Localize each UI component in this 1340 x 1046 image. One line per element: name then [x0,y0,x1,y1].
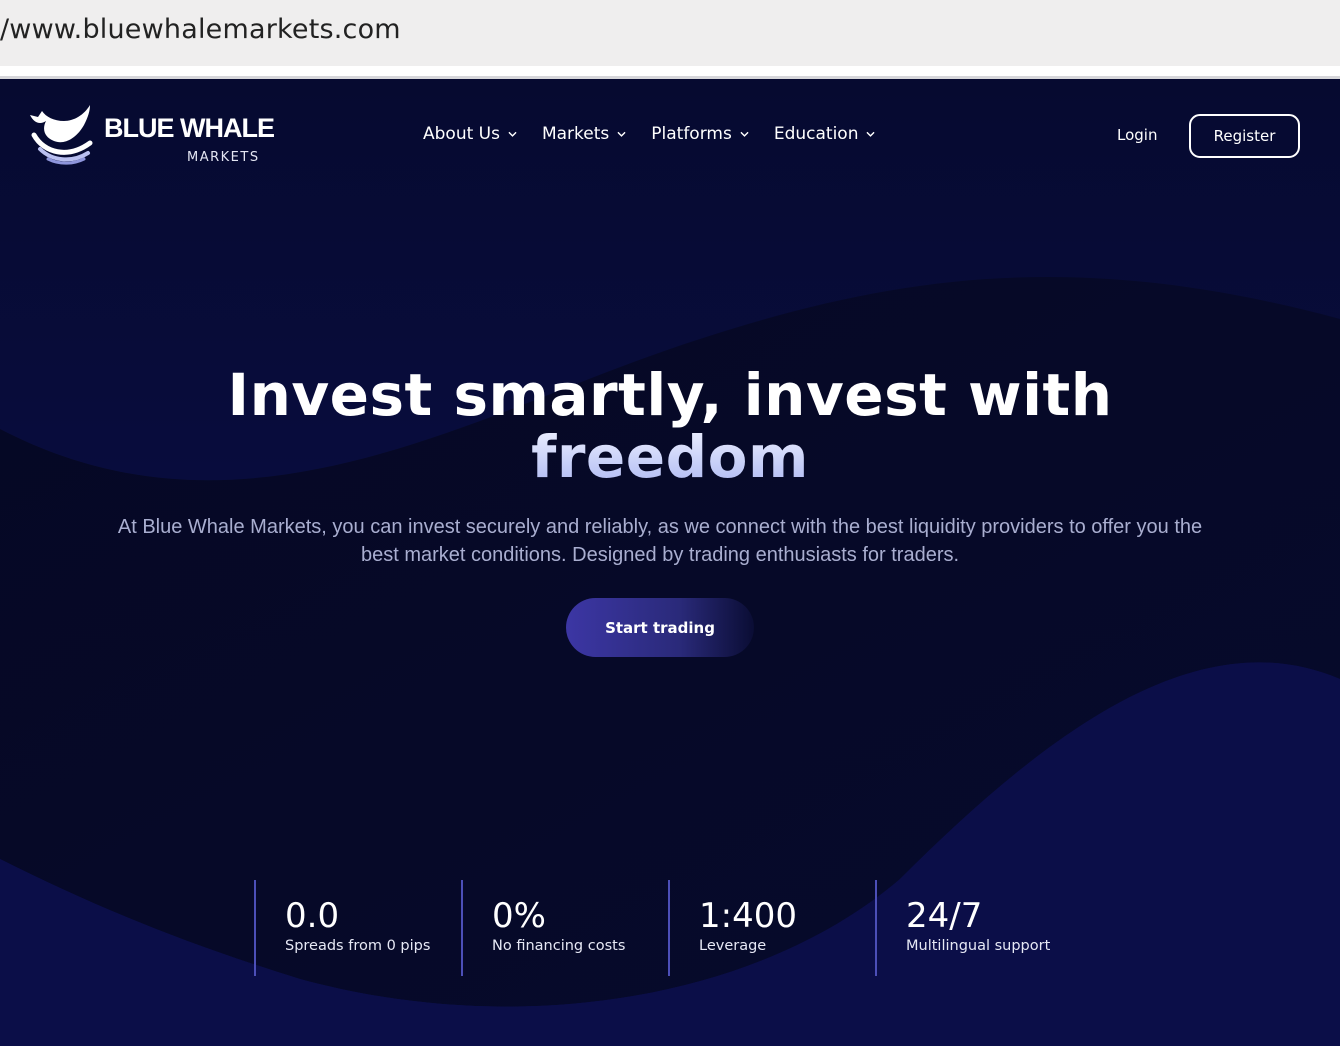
hero-title-accent: freedom [0,426,1340,488]
brand-logo[interactable]: BLUE WHALE MARKETS [24,103,275,165]
nav-about-us[interactable]: About Us [423,124,517,144]
site-header: BLUE WHALE MARKETS About Us Markets Plat… [0,79,1340,194]
stat-label: Multilingual support [906,938,1051,954]
register-button[interactable]: Register [1189,114,1300,158]
stat-item: 1:400 Leverage [668,880,873,976]
stat-label: Spreads from 0 pips [285,938,431,954]
brand-subtitle: MARKETS [187,150,260,165]
stat-value: 1:400 [699,896,797,936]
stats-row: 0.0 Spreads from 0 pips 0% No financing … [254,880,1082,976]
stat-item: 0% No financing costs [461,880,666,976]
nav-label: Platforms [651,124,732,144]
chevron-down-icon [867,131,875,137]
nav-markets[interactable]: Markets [542,124,626,144]
chevron-down-icon [740,131,749,137]
stat-value: 0.0 [285,896,340,936]
nav-label: About Us [423,124,500,144]
main-nav: About Us Markets Platforms Education [423,124,900,144]
website: BLUE WHALE MARKETS About Us Markets Plat… [0,79,1340,1046]
start-trading-button[interactable]: Start trading [566,598,754,657]
nav-platforms[interactable]: Platforms [651,124,749,144]
hero-title: Invest smartly, invest with freedom [0,364,1340,488]
nav-education[interactable]: Education [774,124,876,144]
whale-logo-icon [30,105,93,165]
login-link[interactable]: Login [1117,126,1157,144]
chevron-down-icon [617,131,626,137]
browser-address-bar[interactable]: /www.bluewhalemarkets.com [0,0,1340,66]
nav-label: Education [773,124,859,144]
stat-label: No financing costs [492,938,626,954]
hero-subtitle: At Blue Whale Markets, you can invest se… [117,516,1203,566]
stat-value: 0% [492,896,546,936]
hero-title-main: Invest smartly, invest with [227,361,1113,429]
stat-item: 24/7 Multilingual support [875,880,1080,976]
stat-item: 0.0 Spreads from 0 pips [254,880,459,976]
brand-name: BLUE WHALE [104,113,275,143]
stat-value: 24/7 [906,896,983,936]
stat-label: Leverage [699,938,767,954]
chevron-down-icon [508,131,517,137]
url-text[interactable]: /www.bluewhalemarkets.com [0,14,401,45]
nav-label: Markets [541,124,610,144]
